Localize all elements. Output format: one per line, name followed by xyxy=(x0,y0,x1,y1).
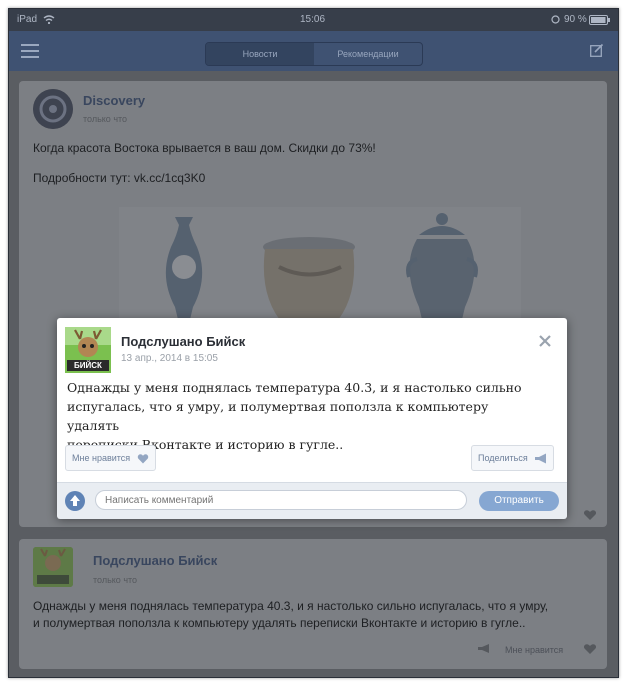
avatar[interactable]: БИЙСК xyxy=(65,327,111,373)
post-author[interactable]: Discovery xyxy=(83,93,145,108)
megaphone-icon xyxy=(535,453,547,464)
comment-input[interactable] xyxy=(95,490,467,510)
tab-news[interactable]: Новости xyxy=(206,43,314,65)
arrow-up-icon xyxy=(70,495,80,506)
rotation-lock-icon xyxy=(551,15,560,24)
menu-icon[interactable] xyxy=(21,44,39,58)
clock: 15:06 xyxy=(300,14,326,25)
battery-percent: 90 % xyxy=(564,14,587,25)
vases-image xyxy=(165,213,478,332)
share-label: Поделиться xyxy=(478,453,528,463)
avatar[interactable] xyxy=(33,89,73,129)
post-modal: БИЙСК Подслушано Бийск 13 апр., 2014 в 1… xyxy=(57,318,567,519)
post-time: только что xyxy=(93,575,138,585)
post-text-line1: Однажды у меня поднялась температура 40.… xyxy=(33,599,549,613)
like-button[interactable]: Мне нравится xyxy=(65,445,156,471)
megaphone-icon[interactable] xyxy=(477,643,491,654)
text-line: испугалась, что я умру, и полумертвая по… xyxy=(67,399,489,433)
post-image[interactable] xyxy=(119,207,521,332)
attach-button[interactable] xyxy=(65,491,85,511)
post-author[interactable]: Подслушано Бийск xyxy=(93,553,217,568)
feed-tabs: Новости Рекомендации xyxy=(205,42,423,66)
close-icon[interactable] xyxy=(537,333,553,349)
deer-logo-icon xyxy=(33,547,73,587)
post-time: только что xyxy=(83,114,128,124)
post-link[interactable]: Подробности тут: vk.cc/1cq3K0 xyxy=(33,169,205,187)
avatar[interactable] xyxy=(33,547,73,587)
post-card: Подслушано Бийск только что Однажды у ме… xyxy=(19,539,607,669)
tab-recommendations[interactable]: Рекомендации xyxy=(314,43,422,65)
like-button[interactable]: Мне нравится xyxy=(505,645,563,655)
share-button[interactable]: Поделиться xyxy=(471,445,555,471)
nav-bar: Новости Рекомендации xyxy=(9,31,618,71)
status-bar: iPad 15:06 90 % xyxy=(9,9,618,31)
device-label: iPad xyxy=(17,14,38,25)
modal-author[interactable]: Подслушано Бийск xyxy=(121,334,245,349)
compose-icon[interactable] xyxy=(590,43,604,57)
avatar-logo-text: БИЙСК xyxy=(67,360,109,371)
modal-post-text: Однажды у меня поднялась температура 40.… xyxy=(67,378,537,454)
wifi-icon xyxy=(43,15,55,24)
battery-icon xyxy=(589,15,610,25)
like-label: Мне нравится xyxy=(72,453,131,463)
text-line: Однажды у меня поднялась температура 40.… xyxy=(67,380,522,395)
discovery-logo-icon xyxy=(33,89,73,129)
modal-date: 13 апр., 2014 в 15:05 xyxy=(121,353,218,364)
post-text-line2: и полумертвая поползла к компьютеру удал… xyxy=(33,616,526,630)
ipad-screen: iPad 15:06 90 % Новости Рекомендации Dis… xyxy=(8,8,619,678)
like-heart-icon[interactable] xyxy=(583,509,597,521)
heart-icon xyxy=(137,454,148,464)
like-heart-icon[interactable] xyxy=(583,643,597,655)
comment-bar: Отправить xyxy=(57,482,567,519)
post-text: Когда красота Востока врывается в ваш до… xyxy=(33,141,376,155)
send-button[interactable]: Отправить xyxy=(479,491,559,511)
